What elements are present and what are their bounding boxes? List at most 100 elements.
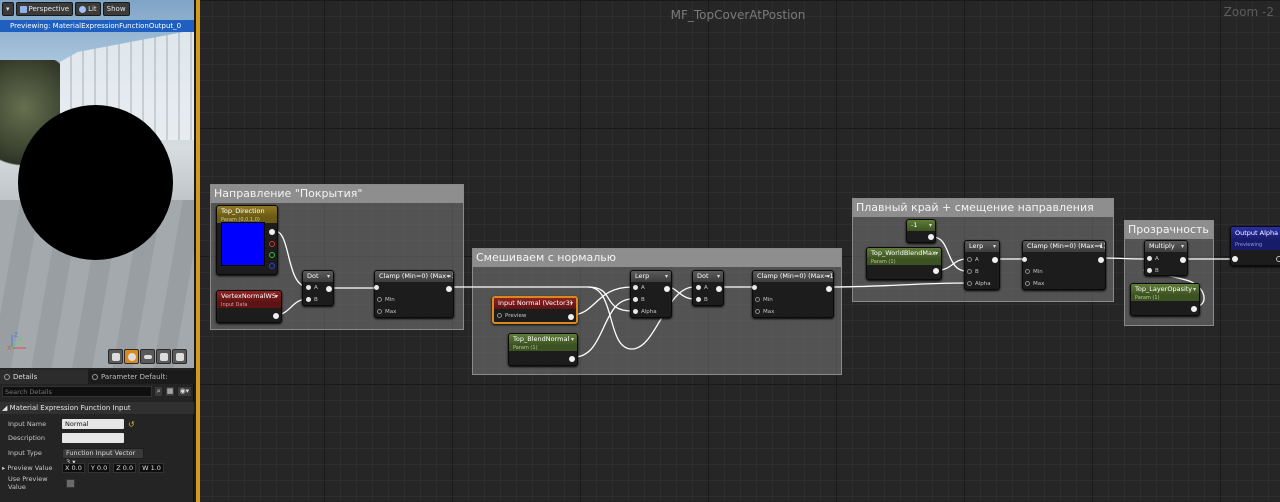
output-pin[interactable]	[826, 286, 832, 292]
node-lerp-1[interactable]: Lerp ▾ A B Alpha	[630, 270, 672, 318]
node-top-direction[interactable]: Top_Direction Param (0,0,1,0)	[216, 205, 278, 275]
input-pin[interactable]	[1232, 256, 1238, 262]
output-pin-r[interactable]	[269, 241, 275, 247]
description-field[interactable]	[62, 433, 124, 443]
output-pin[interactable]	[1098, 257, 1104, 263]
input-type-dropdown[interactable]: Function Input Vector 3 ▾	[62, 447, 144, 466]
lit-button[interactable]: Lit	[75, 2, 101, 16]
input-pin-alpha[interactable]: Alpha	[633, 308, 657, 316]
mesh-preview-button[interactable]	[172, 349, 187, 364]
input-pin-b[interactable]: B	[633, 296, 645, 304]
output-pin-rgba[interactable]	[269, 229, 275, 235]
input-pin-min[interactable]: Min	[377, 296, 395, 304]
plane-preview-button[interactable]	[140, 349, 155, 364]
input-pin-a[interactable]: A	[1147, 255, 1159, 263]
output-pin[interactable]	[664, 286, 670, 292]
node-clamp-2[interactable]: Clamp (Min=0) (Max=1) ▾ Min Max	[752, 270, 834, 318]
wire-clamp-multiply	[1098, 257, 1147, 260]
node-top-blend-normal[interactable]: Top_BlendNormal ▾ Param (1)	[508, 333, 578, 366]
preview-y-field[interactable]: Y 0.0	[87, 463, 111, 473]
preview-x-field[interactable]: X 0.0	[62, 463, 85, 473]
input-type-row: Input Type Function Input Vector 3 ▾	[0, 446, 194, 466]
input-pin-preview[interactable]: Preview	[497, 312, 526, 320]
perspective-button[interactable]: Perspective	[15, 2, 74, 16]
output-pin-g[interactable]	[269, 252, 275, 258]
pin-a-label: A	[1155, 256, 1159, 262]
input-pin-b[interactable]: B	[1147, 267, 1159, 275]
eye-icon[interactable]: ◉▾	[176, 386, 192, 397]
node-top-world-blend-max[interactable]: Top_WorldBlendMax ▾ Param (1)	[866, 247, 942, 280]
input-name-row: Input Name Normal ↺	[0, 417, 194, 431]
input-pin-alpha[interactable]: Alpha	[967, 280, 991, 288]
preview-z-field[interactable]: Z 0.0	[113, 463, 137, 473]
input-name-field[interactable]: Normal	[62, 419, 124, 429]
input-pin[interactable]	[1022, 256, 1030, 264]
node-clamp-3[interactable]: Clamp (Min=0) (Max=1) ▾ Min Max	[1022, 240, 1106, 290]
input-pin-a[interactable]: A	[696, 284, 708, 292]
output-pin[interactable]	[446, 286, 452, 292]
output-pin[interactable]	[716, 286, 722, 292]
input-pin-min[interactable]: Min	[1025, 268, 1043, 276]
axis-z-label: Z	[14, 332, 18, 339]
preview-w-field[interactable]: W 1.0	[139, 463, 164, 473]
node-top-layer-opacity[interactable]: Top_LayerOpasity ▾ Param (1)	[1130, 283, 1200, 316]
output-pin[interactable]	[992, 257, 998, 263]
node-constant[interactable]: -1 ▾	[906, 219, 936, 243]
lit-label: Lit	[88, 5, 97, 13]
input-pin-b[interactable]: B	[696, 296, 708, 304]
property-matrix-icon[interactable]: ▦	[165, 386, 175, 397]
node-vertex-normal[interactable]: VertexNormalWS ▾ Input Data	[216, 290, 282, 323]
input-pin[interactable]	[752, 284, 760, 292]
input-pin[interactable]	[374, 284, 382, 292]
output-pin[interactable]	[933, 268, 939, 274]
node-output-alpha[interactable]: Output Alpha Previewing	[1230, 226, 1280, 266]
input-pin-a[interactable]: A	[633, 284, 645, 292]
chevron-down-icon: ▾	[716, 273, 720, 280]
expand-arrow-icon[interactable]: ▸	[2, 464, 5, 472]
viewport-options-button[interactable]: ▾	[2, 2, 14, 16]
search-icon[interactable]: ⌕	[154, 386, 164, 397]
input-pin-max[interactable]: Max	[755, 308, 774, 316]
node-top-direction-header: Top_Direction	[217, 206, 277, 217]
search-details-input[interactable]	[2, 386, 152, 397]
tab-parameter-defaults[interactable]: Parameter Default:	[88, 370, 172, 384]
output-pin[interactable]	[568, 314, 574, 320]
node-dot-1[interactable]: Dot ▾ A B	[302, 270, 334, 306]
output-pin-b[interactable]	[269, 263, 275, 269]
chevron-down-icon: ▾	[1192, 286, 1196, 293]
input-pin-a[interactable]: A	[306, 284, 318, 292]
output-pin[interactable]	[1191, 306, 1197, 312]
material-preview-viewport[interactable]: ▾ Perspective Lit Show Previewing: Mater…	[0, 0, 194, 368]
collapse-arrow-icon: ◢	[2, 404, 8, 412]
cylinder-preview-button[interactable]	[108, 349, 123, 364]
input-pin-max[interactable]: Max	[1025, 280, 1044, 288]
input-pin-b[interactable]: B	[967, 268, 979, 276]
node-lerp-2[interactable]: Lerp ▾ A B Alpha	[964, 240, 1000, 290]
cube-preview-button[interactable]	[156, 349, 171, 364]
output-pin[interactable]	[326, 286, 332, 292]
sphere-preview-button[interactable]	[124, 349, 139, 364]
tab-details[interactable]: Details	[0, 370, 88, 384]
output-pin[interactable]	[273, 313, 279, 319]
material-graph[interactable]: MF_TopCoverAtPostion Zoom -2 Направление…	[196, 0, 1280, 502]
use-preview-value-row: Use Preview Value	[0, 475, 194, 491]
node-multiply-title: Multiply	[1149, 242, 1175, 250]
node-dot-2[interactable]: Dot ▾ A B	[692, 270, 724, 306]
show-button[interactable]: Show	[102, 2, 130, 16]
node-clamp-1[interactable]: Clamp (Min=0) (Max=1) ▾ Min Max	[374, 270, 454, 318]
node-multiply[interactable]: Multiply ▾ A B	[1144, 240, 1188, 276]
output-pin[interactable]	[1276, 256, 1280, 262]
input-pin-a[interactable]: A	[967, 256, 979, 264]
input-pin-min[interactable]: Min	[755, 296, 773, 304]
input-pin-b[interactable]: B	[306, 296, 318, 304]
reset-arrow-icon[interactable]: ↺	[128, 420, 135, 429]
output-pin[interactable]	[569, 356, 575, 362]
details-section-header[interactable]: ◢ Material Expression Function Input	[0, 402, 194, 414]
output-pin[interactable]	[928, 234, 934, 240]
output-pin[interactable]	[1180, 257, 1186, 263]
node-input-normal[interactable]: Input Normal (Vector3) ▾ Preview	[492, 296, 578, 324]
axis-y-label: Y	[18, 337, 23, 344]
input-pin-max[interactable]: Max	[377, 308, 396, 316]
use-preview-value-checkbox[interactable]	[66, 478, 75, 488]
perspective-icon	[19, 5, 27, 13]
